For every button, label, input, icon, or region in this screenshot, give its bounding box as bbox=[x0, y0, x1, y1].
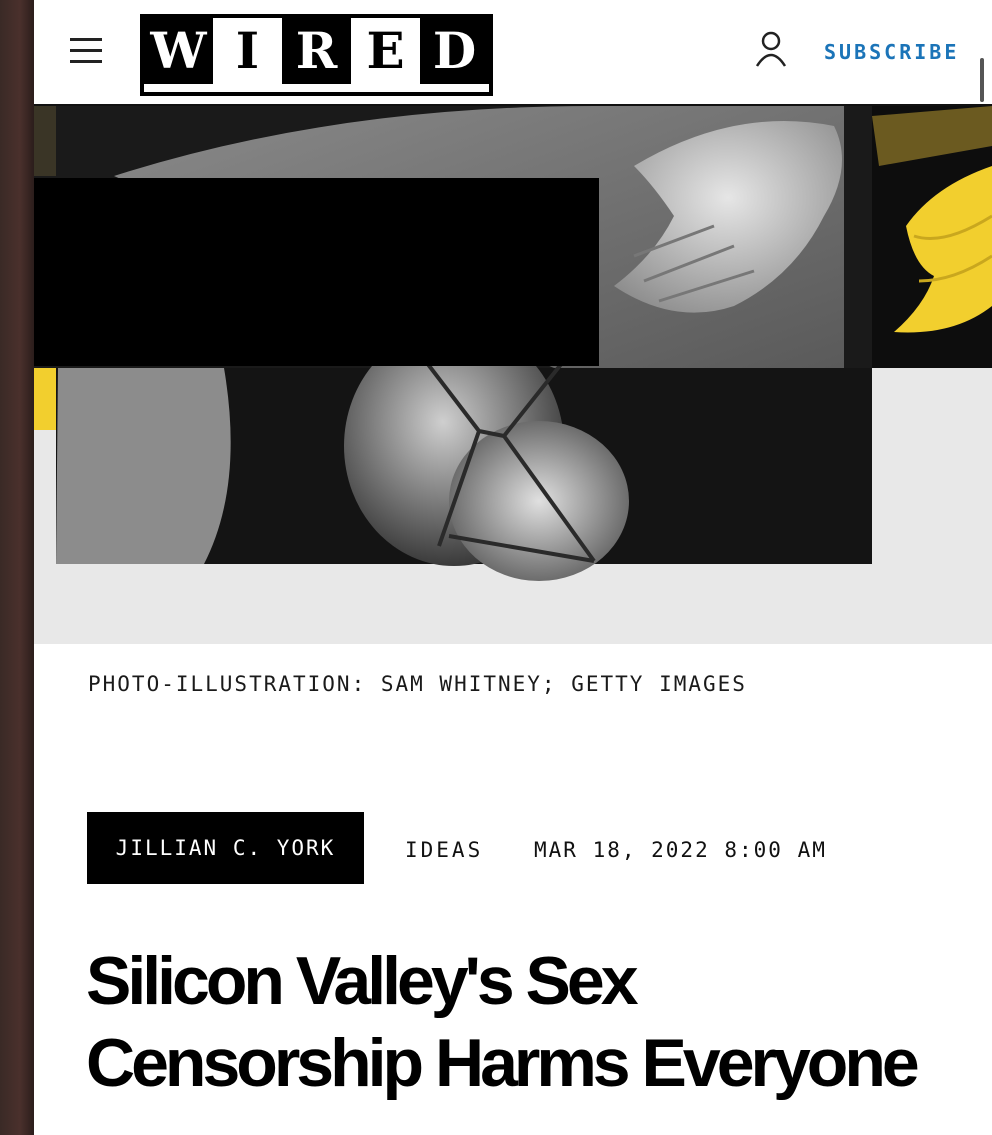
article-page: W I R E D SUBSCRIBE PHOTO-ILLUSTRATION: … bbox=[34, 0, 992, 1135]
logo-letter: D bbox=[420, 18, 489, 84]
section-link[interactable]: IDEAS bbox=[405, 838, 483, 862]
logo-letter: I bbox=[213, 18, 282, 84]
logo-letter: W bbox=[144, 18, 213, 84]
photo-credit: PHOTO-ILLUSTRATION: SAM WHITNEY; GETTY I… bbox=[88, 672, 747, 696]
article-headline: Silicon Valley's Sex Censorship Harms Ev… bbox=[86, 943, 920, 1101]
wired-logo[interactable]: W I R E D bbox=[140, 14, 493, 96]
user-icon[interactable] bbox=[754, 30, 788, 68]
site-header: W I R E D SUBSCRIBE bbox=[34, 0, 992, 106]
hero-image bbox=[34, 106, 992, 644]
logo-letter: E bbox=[351, 18, 420, 84]
subscribe-link[interactable]: SUBSCRIBE bbox=[824, 40, 959, 64]
logo-letter: R bbox=[282, 18, 351, 84]
scrollbar[interactable] bbox=[980, 58, 984, 102]
publish-date: MAR 18, 2022 8:00 AM bbox=[534, 838, 827, 862]
author-byline[interactable]: JILLIAN C. YORK bbox=[87, 812, 364, 884]
hamburger-menu-icon[interactable] bbox=[70, 38, 102, 63]
